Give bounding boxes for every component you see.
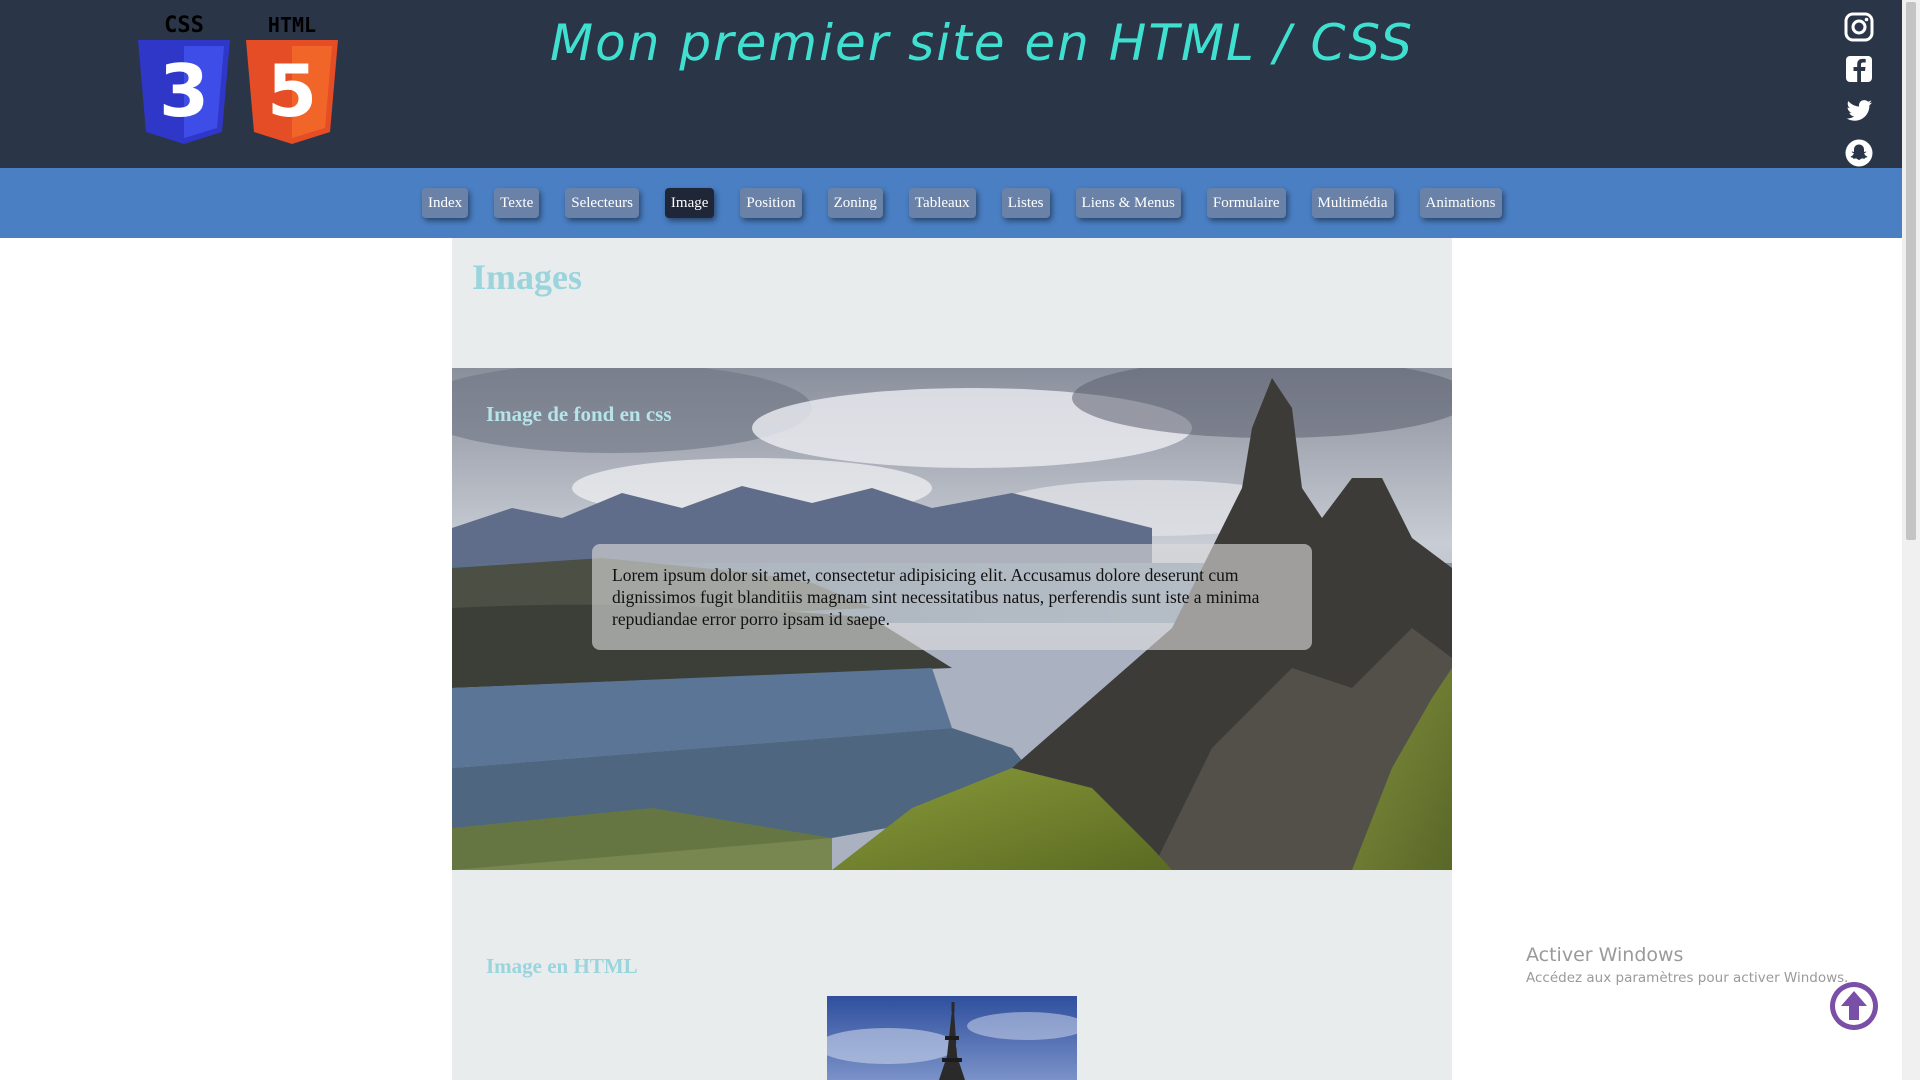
nav-item-liens-menus[interactable]: Liens & Menus	[1075, 188, 1181, 218]
nav-item-listes[interactable]: Listes	[1001, 188, 1050, 218]
nav-item-formulaire[interactable]: Formulaire	[1206, 188, 1286, 218]
css-logo-digit: 3	[159, 49, 209, 133]
nav-item-texte[interactable]: Texte	[494, 188, 540, 218]
nav-item-position[interactable]: Position	[740, 188, 802, 218]
html-image-heading: Image en HTML	[486, 954, 638, 978]
html5-logo-icon: HTML 5	[246, 13, 338, 144]
social-links	[1844, 12, 1874, 180]
twitter-icon[interactable]	[1844, 96, 1874, 126]
nav-item-tableaux[interactable]: Tableaux	[908, 188, 976, 218]
nav-item-zoning[interactable]: Zoning	[827, 188, 883, 218]
eiffel-tower-image	[827, 996, 1077, 1080]
windows-activation-watermark: Activer Windows Accédez aux paramètres p…	[1526, 944, 1848, 986]
site-header: CSS 3 HTML 5 Mon premier site en HTML / …	[0, 0, 1902, 168]
facebook-icon[interactable]	[1844, 54, 1874, 84]
css-background-heading: Image de fond en css	[486, 402, 672, 426]
page-title: Images	[472, 257, 582, 297]
nav-item-selecteurs[interactable]: Selecteurs	[565, 188, 639, 218]
nav-item-index[interactable]: Index	[422, 188, 469, 218]
site-title: Mon premier site en HTML / CSS	[550, 14, 1415, 72]
windows-watermark-subtitle: Accédez aux paramètres pour activer Wind…	[1526, 970, 1849, 986]
nav-item-multimedia[interactable]: Multimédia	[1311, 188, 1394, 218]
vertical-scrollbar[interactable]	[1902, 0, 1920, 1080]
css-background-image-section: Image de fond en css Lorem ipsum dolor s…	[452, 368, 1452, 870]
main-nav: Index Texte Selecteurs Image Position Zo…	[0, 168, 1902, 238]
main-content: Images Image de fond en css Lorem ipsum …	[452, 238, 1452, 1080]
nav-item-image[interactable]: Image	[664, 188, 715, 218]
lorem-text-box: Lorem ipsum dolor sit amet, consectetur …	[592, 544, 1312, 650]
html-logo-label: HTML	[268, 13, 316, 37]
css-logo-label: CSS	[164, 13, 204, 38]
nav-item-animations[interactable]: Animations	[1419, 188, 1502, 218]
snapchat-icon[interactable]	[1844, 138, 1874, 168]
windows-watermark-title: Activer Windows	[1526, 944, 1684, 966]
scroll-to-top-button[interactable]	[1829, 981, 1879, 1031]
instagram-icon[interactable]	[1844, 12, 1874, 42]
scrollbar-thumb[interactable]	[1906, 2, 1916, 540]
css3-logo-icon: CSS 3	[138, 13, 230, 144]
html-logo-digit: 5	[267, 49, 317, 133]
